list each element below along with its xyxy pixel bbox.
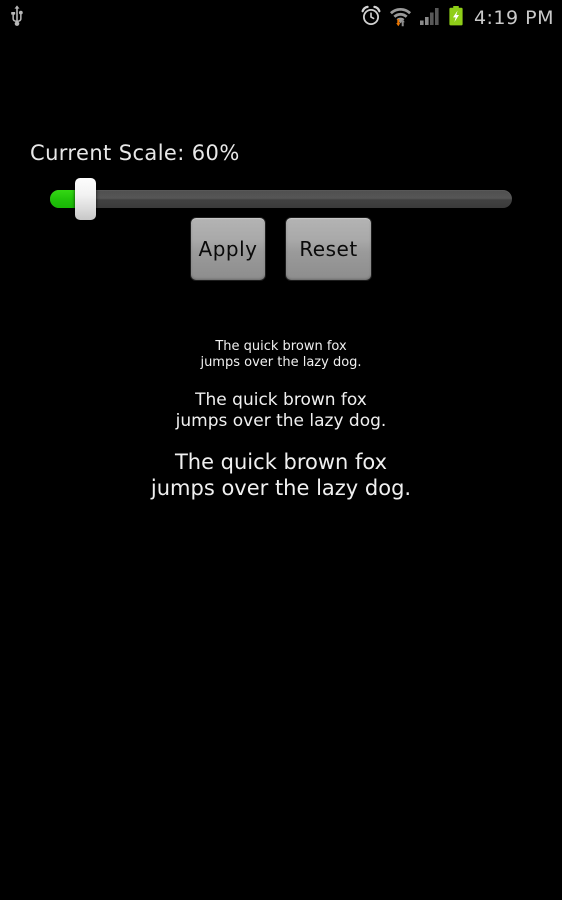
- sample-text-small: The quick brown fox jumps over the lazy …: [0, 339, 562, 371]
- sample-text-small-line2: jumps over the lazy dog.: [200, 354, 362, 370]
- reset-button[interactable]: Reset: [285, 217, 372, 281]
- sample-text-large: The quick brown fox jumps over the lazy …: [0, 450, 562, 501]
- sample-text-large-line2: jumps over the lazy dog.: [150, 475, 412, 500]
- wifi-icon: [389, 5, 412, 31]
- status-bar-left-icons: [0, 5, 26, 31]
- status-bar-clock: 4:19 PM: [473, 7, 554, 29]
- usb-icon: [8, 5, 26, 31]
- current-scale-label: Current Scale: 60%: [30, 141, 240, 165]
- cellular-signal-icon: [419, 5, 441, 31]
- sample-text-medium-line1: The quick brown fox: [195, 390, 367, 410]
- status-bar-right-icons: 4:19 PM: [360, 0, 554, 36]
- sample-text-medium-line2: jumps over the lazy dog.: [175, 410, 387, 431]
- sample-text-large-line1: The quick brown fox: [174, 450, 388, 474]
- main-content: Current Scale: 60% Apply Reset The quick…: [0, 36, 562, 900]
- slider-track[interactable]: [50, 190, 512, 208]
- status-bar[interactable]: 4:19 PM: [0, 0, 562, 36]
- sample-text-medium: The quick brown fox jumps over the lazy …: [0, 390, 562, 431]
- battery-charging-icon: [448, 5, 464, 31]
- alarm-clock-icon: [360, 5, 382, 31]
- slider-thumb[interactable]: [75, 178, 96, 220]
- apply-button[interactable]: Apply: [190, 217, 266, 281]
- sample-text-small-line1: The quick brown fox: [215, 339, 347, 354]
- scale-slider[interactable]: [0, 176, 562, 220]
- action-button-row: Apply Reset: [0, 217, 562, 287]
